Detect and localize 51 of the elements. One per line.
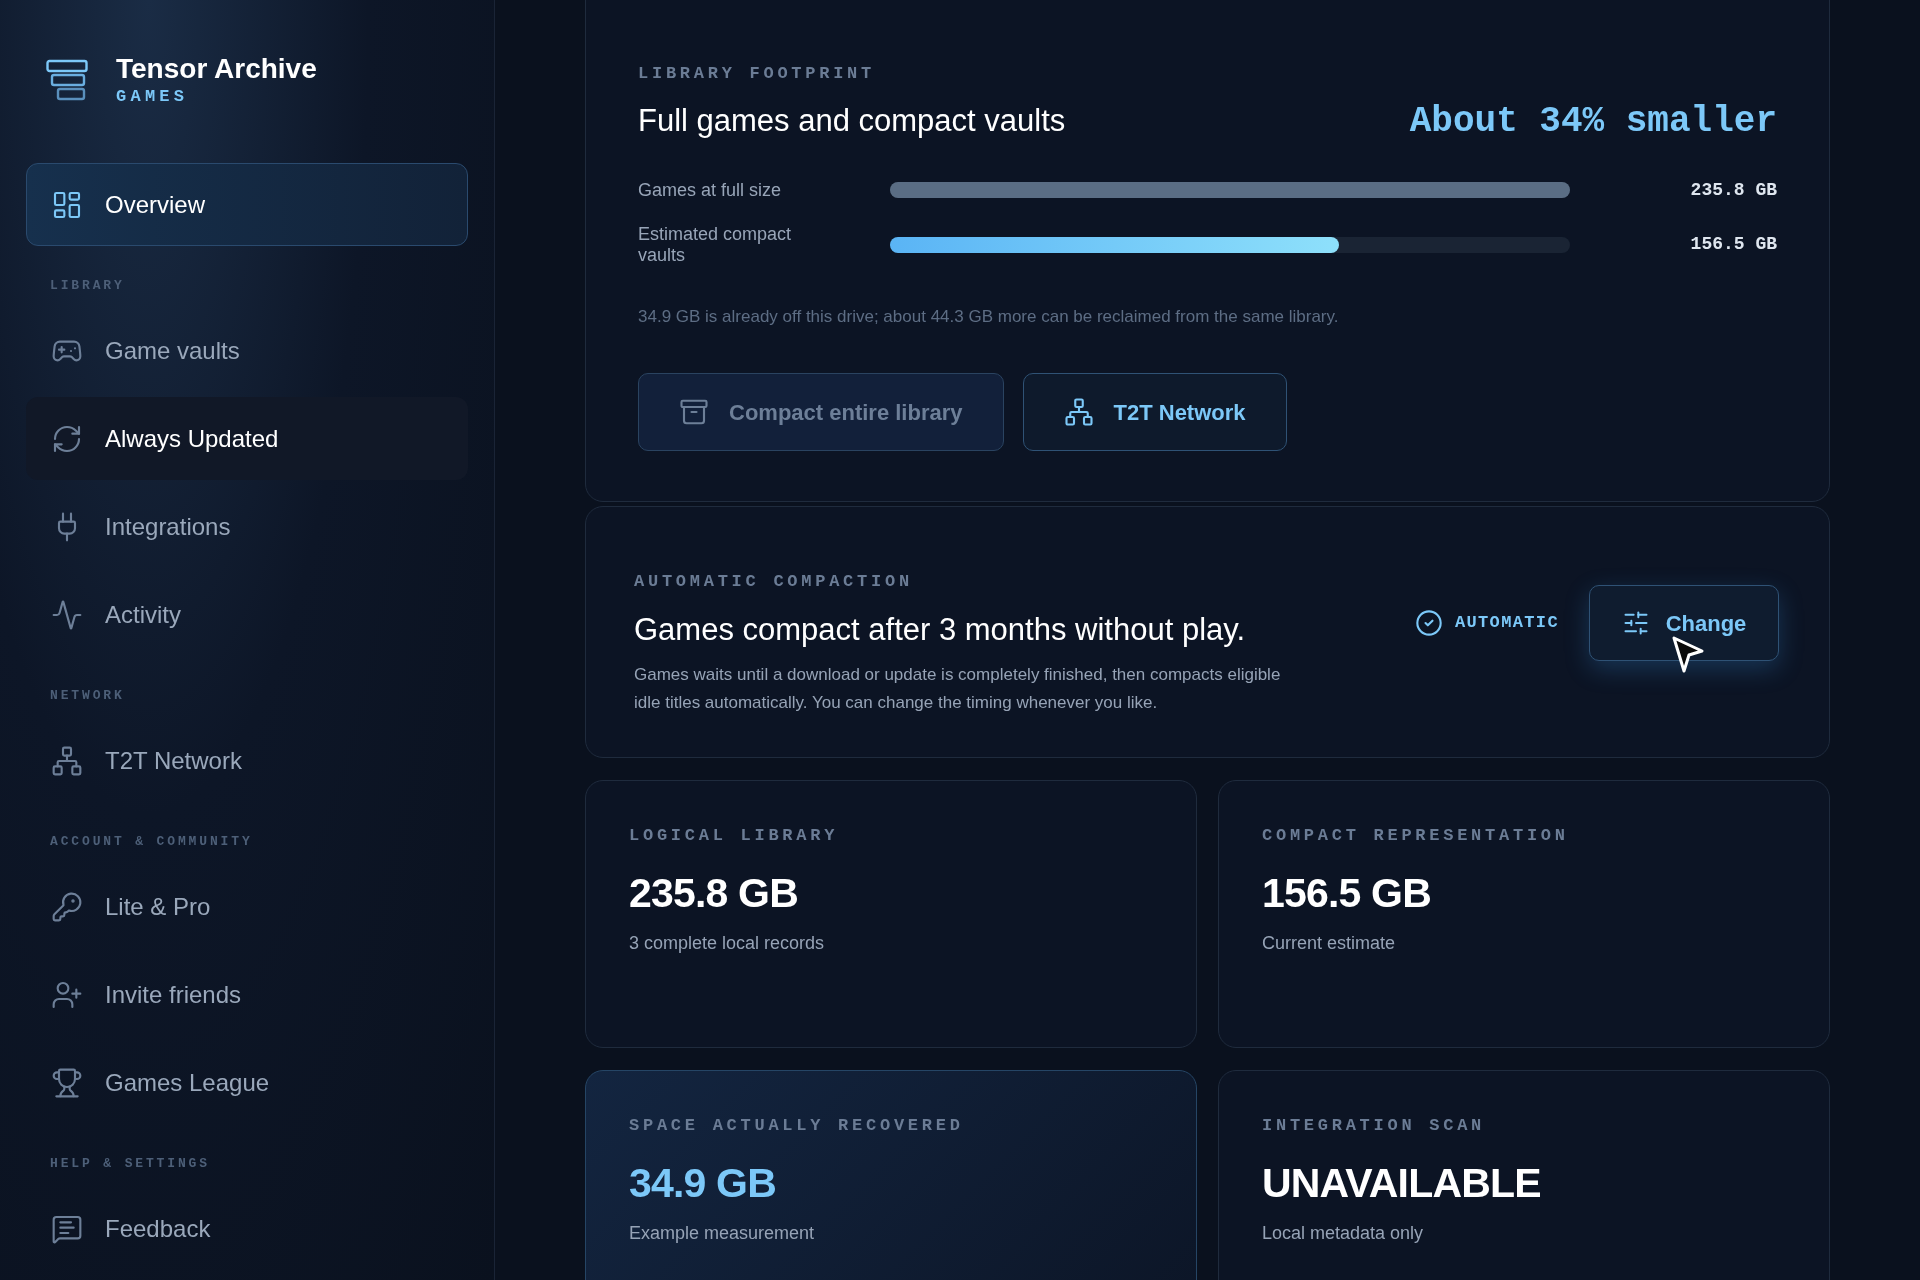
footprint-note: 34.9 GB is already off this drive; about 44.3 GB more can be reclaimed from the same library. xyxy=(638,305,1340,328)
brand-name: Tensor Archive xyxy=(116,52,317,86)
logo-icon xyxy=(46,59,88,101)
bar-label: Games at full size xyxy=(638,179,783,201)
stat-value: 156.5 GB xyxy=(1262,868,1432,918)
section-eyebrow: LIBRARY FOOTPRINT xyxy=(638,63,876,85)
action-button[interactable]: T2T Network xyxy=(1022,373,1287,451)
stat-value: 34.9 GB xyxy=(629,1158,777,1208)
nav-item[interactable]: Overview xyxy=(26,163,468,246)
card-title: Full games and compact vaults xyxy=(638,102,1066,141)
nav-item[interactable]: Activity xyxy=(26,573,468,656)
key-icon xyxy=(51,890,83,923)
stat-caption: Example measurement xyxy=(629,1222,816,1245)
nav-item[interactable]: Feedback xyxy=(26,1187,468,1270)
nav-item[interactable]: Integrations xyxy=(26,485,468,568)
pulse-icon xyxy=(51,598,83,631)
bar-label: Estimated compact vaults xyxy=(638,223,793,266)
card-description: Games waits until a download or update is completely finished, then compacts eligible idle titles automatically. You can change the timing whenever you like. xyxy=(634,664,1282,714)
section-eyebrow: AUTOMATIC COMPACTION xyxy=(634,571,914,593)
bar-value: 156.5 GB xyxy=(1689,233,1777,256)
section-heading: ACCOUNT & COMMUNITY xyxy=(50,834,253,849)
archive-icon xyxy=(679,397,709,427)
nav-item[interactable]: Games League xyxy=(26,1041,468,1124)
network-icon xyxy=(1063,397,1094,427)
brand-subtitle: GAMES xyxy=(116,86,190,108)
card-title: Games compact after 3 months without play. xyxy=(634,610,1247,649)
stat-label: INTEGRATION SCAN xyxy=(1262,1115,1487,1137)
stat-label: COMPACT REPRESENTATION xyxy=(1262,825,1570,847)
stat-label: LOGICAL LIBRARY xyxy=(629,825,840,847)
stat-value: 235.8 GB xyxy=(629,868,799,918)
nav-item[interactable]: Game vaults xyxy=(26,309,468,392)
nav-item[interactable]: Always Updated xyxy=(26,397,468,480)
trophy-icon xyxy=(51,1066,83,1099)
check-circle-icon xyxy=(1414,609,1443,637)
bar-value: 235.8 GB xyxy=(1689,178,1777,202)
nav-item[interactable]: T2T Network xyxy=(26,719,468,802)
savings-summary: About 34% smaller xyxy=(1409,99,1777,144)
section-heading: HELP & SETTINGS xyxy=(50,1156,210,1171)
stat-label: SPACE ACTUALLY RECOVERED xyxy=(629,1115,965,1137)
change-button[interactable]: Change xyxy=(1589,585,1779,661)
section-heading: LIBRARY xyxy=(50,278,125,293)
stat-value: UNAVAILABLE xyxy=(1262,1158,1542,1208)
nav-item[interactable]: Lite & Pro xyxy=(26,865,468,948)
stat-caption: Current estimate xyxy=(1262,932,1397,955)
stat-caption: Local metadata only xyxy=(1262,1222,1425,1245)
network-icon xyxy=(51,744,83,777)
section-heading: NETWORK xyxy=(50,688,125,703)
status-label: AUTOMATIC xyxy=(1454,612,1559,635)
cursor-icon xyxy=(1671,635,1705,675)
stat-caption: 3 complete local records xyxy=(629,932,826,955)
nav-item[interactable]: Invite friends xyxy=(26,953,468,1036)
